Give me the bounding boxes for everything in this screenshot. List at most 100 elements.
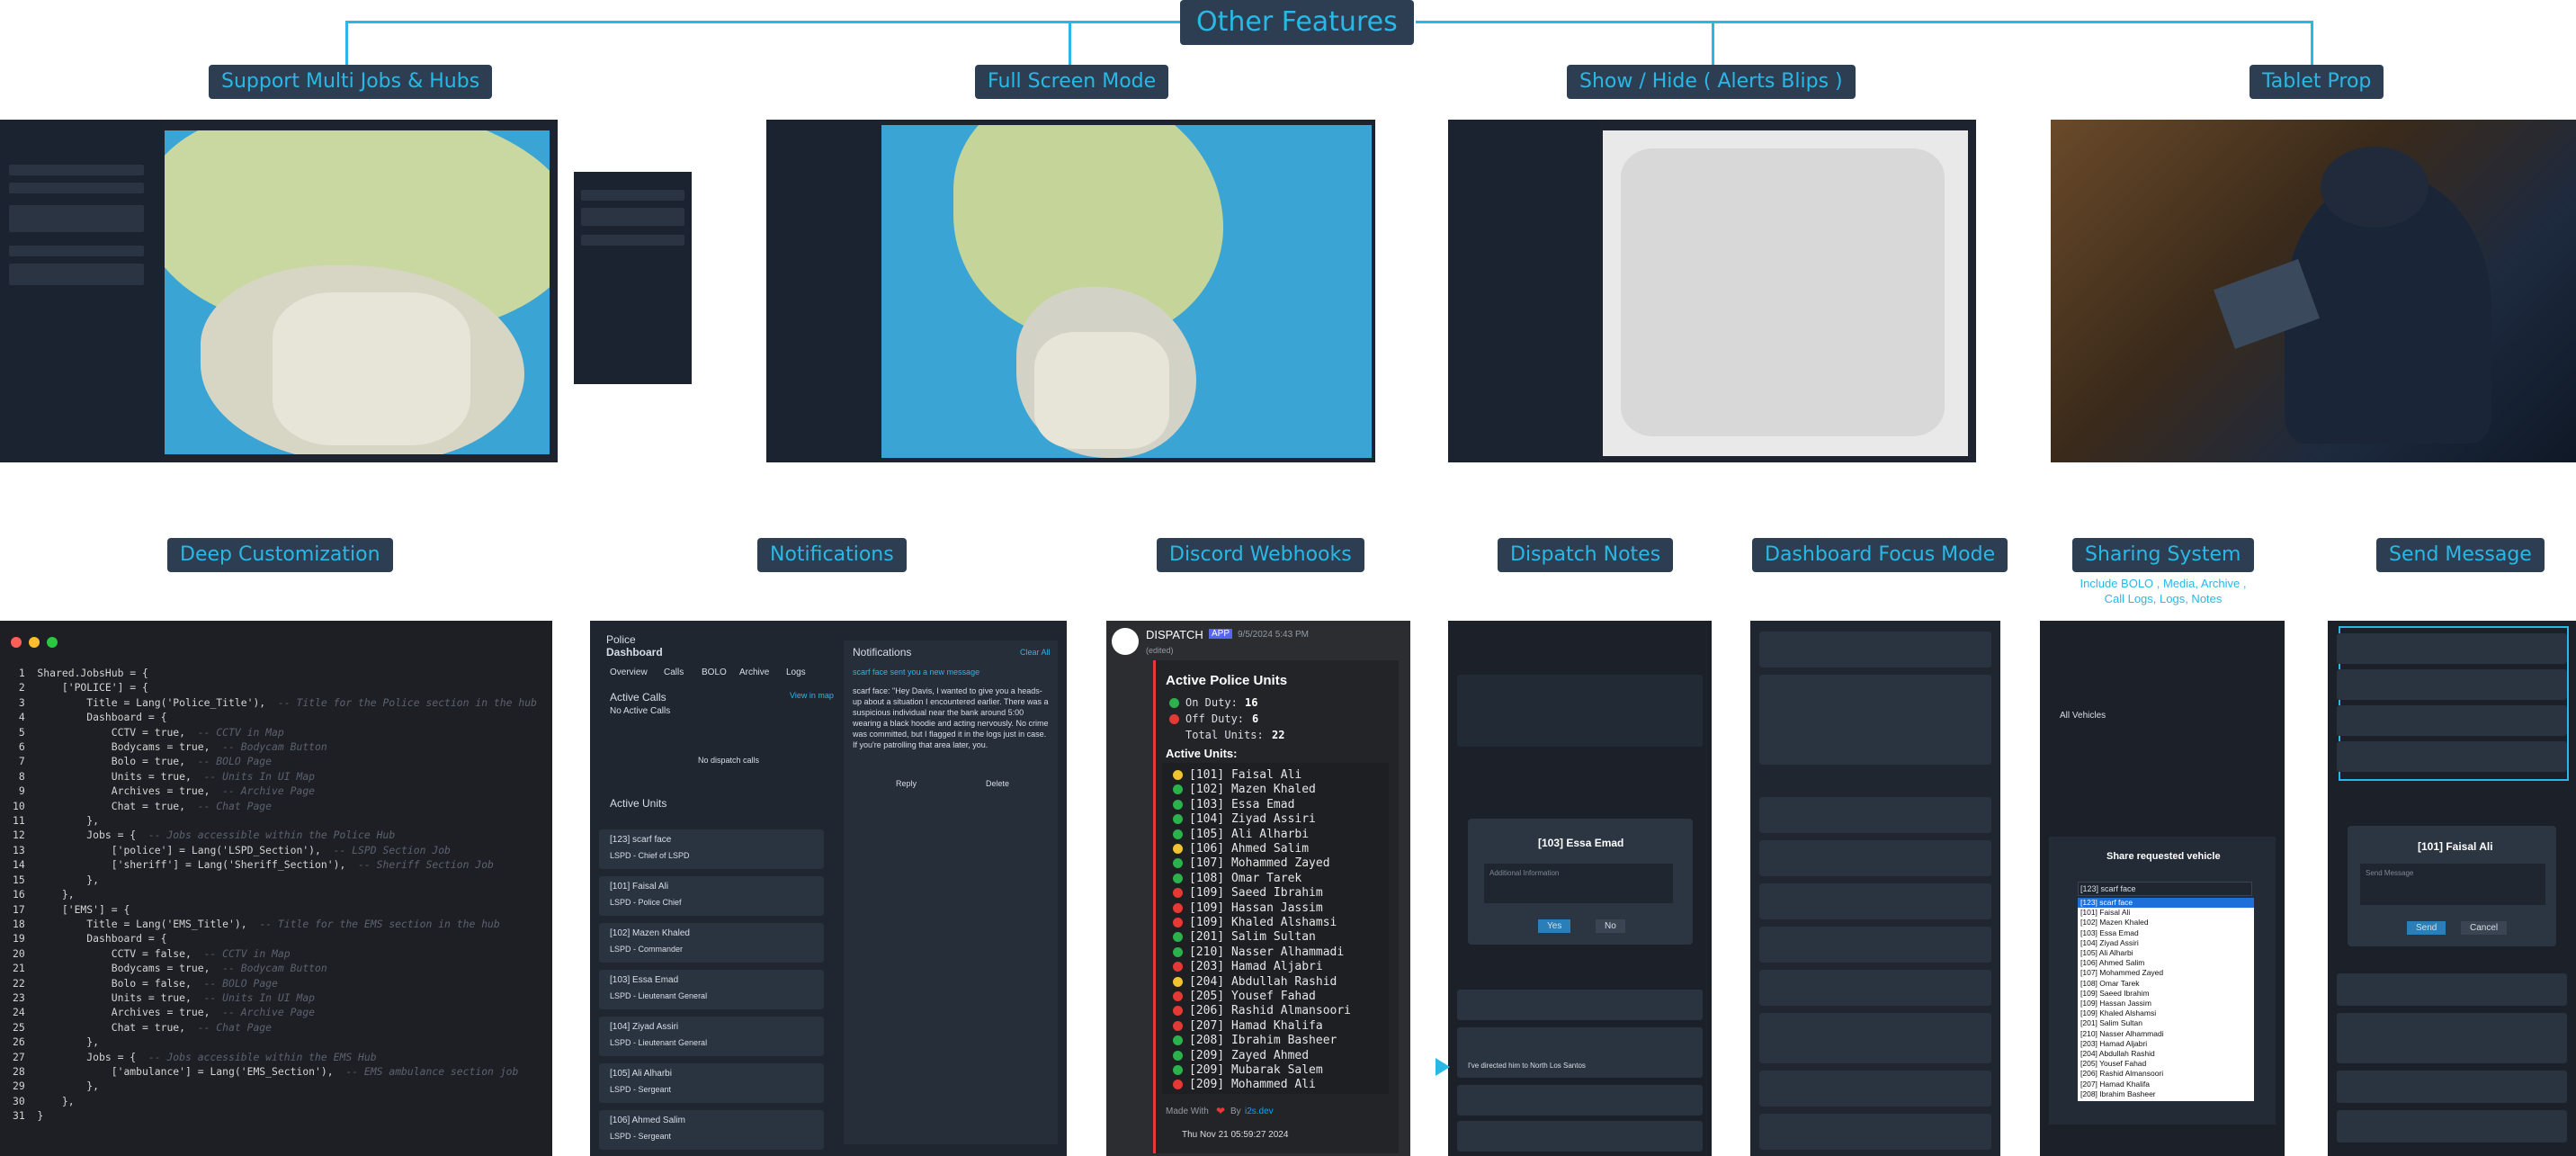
- discord-unit: [102] Mazen Khaled: [1189, 783, 1316, 797]
- modal-title: [101] Faisal Ali: [2418, 840, 2493, 853]
- send-button[interactable]: Send: [2407, 921, 2446, 935]
- no-button[interactable]: No: [1596, 919, 1625, 933]
- tab-calls[interactable]: Calls: [664, 668, 684, 677]
- tab-bolo[interactable]: BOLO: [702, 668, 727, 677]
- code-line: 13 ['police'] = Lang('LSPD_Section'), --…: [13, 843, 451, 856]
- share-option[interactable]: [109] Khaled Alshamsi: [2078, 1008, 2254, 1018]
- unit-role: LSPD - Sergeant: [610, 1085, 672, 1094]
- code-block: 1 Shared.JobsHub = { 2 ['POLICE'] = { 3 …: [13, 666, 537, 1124]
- discord-unit: [209] Mubarak Salem: [1189, 1063, 1323, 1077]
- note-text: I've directed him to North Los Santos: [1468, 1062, 1586, 1070]
- share-option[interactable]: [203] Hamad Aljabri: [2078, 1039, 2254, 1049]
- blips-screenshot: [1448, 120, 1976, 462]
- share-option[interactable]: [207] Hamad Khalifa: [2078, 1080, 2254, 1089]
- share-option[interactable]: [105] Ali Alharbi: [2078, 948, 2254, 958]
- off-duty-count: 6: [1252, 712, 1259, 725]
- status-dot: [1173, 918, 1183, 927]
- share-option[interactable]: [123] scarf face: [2078, 898, 2254, 909]
- share-select[interactable]: [123] scarf face: [2078, 882, 2252, 896]
- share-option[interactable]: [103] Essa Emad: [2078, 928, 2254, 938]
- code-line: 1 Shared.JobsHub = {: [13, 667, 148, 679]
- status-dot: [1173, 902, 1183, 913]
- feature-label: Notifications: [757, 538, 907, 572]
- feature-label: Full Screen Mode: [975, 65, 1169, 99]
- share-option[interactable]: [106] Ahmed Salim: [2078, 958, 2254, 968]
- share-option[interactable]: [104] Ziyad Assiri: [2078, 938, 2254, 948]
- connector-line: [2311, 21, 2313, 67]
- notifications-heading: Notifications: [853, 646, 912, 659]
- send-message-screenshot: [101] Faisal Ali Send Message Send Cance…: [2328, 621, 2576, 1156]
- share-option[interactable]: [205] Yousef Fahad: [2078, 1059, 2254, 1069]
- list-item: [9, 264, 144, 285]
- discord-unit: [103] Essa Emad: [1189, 797, 1295, 811]
- share-option[interactable]: [109] Saeed Ibrahim: [2078, 989, 2254, 999]
- feature-label: Show / Hide ( Alerts Blips ): [1567, 65, 1856, 99]
- app-subtitle: Dashboard: [606, 646, 663, 659]
- footer-author: i2s.dev: [1245, 1107, 1274, 1116]
- code-line: 10 Chat = true, -- Chat Page: [13, 799, 273, 812]
- code-line: 4 Dashboard = {: [13, 711, 167, 724]
- unit-name: [123] scarf face: [610, 835, 672, 845]
- tablet-prop-photo: [2051, 120, 2576, 462]
- multi-jobs-screenshot: [0, 120, 558, 462]
- map-view: [165, 130, 550, 454]
- discord-unit: [208] Ibrahim Basheer: [1189, 1034, 1337, 1048]
- code-line: 2 ['POLICE'] = {: [13, 681, 148, 694]
- share-option[interactable]: [102] Mazen Khaled: [2078, 918, 2254, 927]
- yes-button[interactable]: Yes: [1538, 919, 1571, 933]
- discord-unit: [104] Ziyad Assiri: [1189, 812, 1316, 827]
- clear-all-button[interactable]: Clear All: [1020, 648, 1051, 657]
- unit-name: [104] Ziyad Assiri: [610, 1022, 679, 1032]
- code-line: 27 Jobs = { -- Jobs accessible within th…: [13, 1050, 377, 1063]
- unit-name: [101] Faisal Ali: [610, 882, 669, 892]
- total-label: Total Units:: [1185, 729, 1264, 741]
- share-option[interactable]: [210] Nasser Alhammadi: [2078, 1029, 2254, 1039]
- feature-label: Discord Webhooks: [1157, 538, 1364, 572]
- cancel-button[interactable]: Cancel: [2461, 921, 2508, 935]
- tab-archive[interactable]: Archive: [739, 668, 769, 677]
- connector-line: [1069, 21, 1071, 67]
- share-option[interactable]: [206] Rashid Almansoori: [2078, 1069, 2254, 1079]
- discord-unit: [203] Hamad Aljabri: [1189, 960, 1323, 974]
- pointer-icon: [1436, 1058, 1450, 1076]
- unit-role: LSPD - Police Chief: [610, 898, 682, 907]
- delete-button[interactable]: Delete: [986, 779, 1009, 788]
- discord-unit: [109] Saeed Ibrahim: [1189, 886, 1323, 901]
- share-option[interactable]: [109] Hassan Jassim: [2078, 999, 2254, 1008]
- code-line: 11 },: [13, 814, 100, 828]
- share-option[interactable]: [107] Mohammed Zayed: [2078, 968, 2254, 978]
- connector-line: [345, 21, 348, 67]
- feature-label: Send Message: [2376, 538, 2545, 572]
- modal-title: Share requested vehicle: [2106, 851, 2221, 862]
- unit-role: LSPD - Commander: [610, 945, 684, 954]
- code-line: 22 Bolo = false, -- BOLO Page: [13, 976, 278, 990]
- code-line: 25 Chat = true, -- Chat Page: [13, 1020, 273, 1034]
- dispatch-notes-screenshot: [103] Essa Emad Additional Information Y…: [1448, 621, 1712, 1156]
- code-line: 5 CCTV = true, -- CCTV in Map: [13, 725, 284, 739]
- discord-unit: [107] Mohammed Zayed: [1189, 856, 1330, 871]
- view-in-map-link[interactable]: View in map: [790, 691, 834, 700]
- hub-mini-screenshot: [574, 172, 692, 384]
- code-line: 17 ['EMS'] = {: [13, 902, 130, 916]
- unit-role: LSPD - Lieutenant General: [610, 1038, 708, 1047]
- no-active-calls: No Active Calls: [610, 706, 671, 716]
- feature-label: Dispatch Notes: [1498, 538, 1674, 572]
- share-option[interactable]: [108] Omar Tarek: [2078, 979, 2254, 989]
- notification-body: scarf face: "Hey Davis, I wanted to give…: [853, 686, 1049, 749]
- share-option[interactable]: [201] Salim Sultan: [2078, 1018, 2254, 1028]
- tab-overview[interactable]: Overview: [610, 668, 648, 677]
- status-dot: [1173, 1065, 1183, 1075]
- tab-logs[interactable]: Logs: [786, 668, 806, 677]
- footer-made: Made With: [1166, 1107, 1209, 1116]
- code-line: 12 Jobs = { -- Jobs accessible within th…: [13, 829, 396, 842]
- status-dot: [1173, 873, 1183, 883]
- share-options: [123] scarf face [101] Faisal Ali [102] Ma…: [2078, 898, 2254, 1101]
- share-option[interactable]: [101] Faisal Ali: [2078, 908, 2254, 918]
- reply-button[interactable]: Reply: [896, 779, 917, 788]
- feature-label: Support Multi Jobs & Hubs: [209, 65, 493, 99]
- note-placeholder: Additional Information: [1489, 869, 1560, 877]
- share-option[interactable]: [204] Abdullah Rashid: [2078, 1049, 2254, 1059]
- code-line: 20 CCTV = false, -- CCTV in Map: [13, 946, 291, 960]
- share-option[interactable]: [208] Ibrahim Basheer: [2078, 1089, 2254, 1099]
- unit-name: [105] Ali Alharbi: [610, 1069, 672, 1079]
